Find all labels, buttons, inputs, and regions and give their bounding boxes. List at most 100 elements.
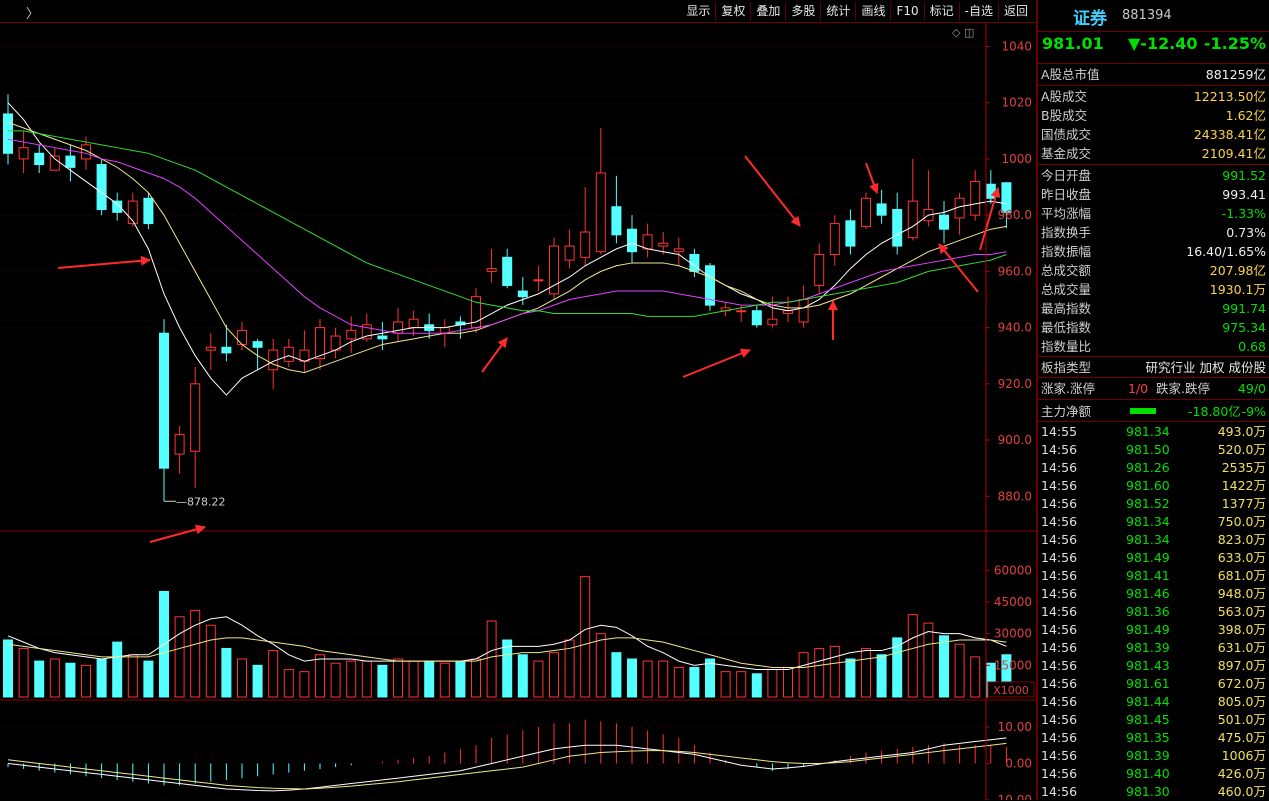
volume-bar [736, 671, 747, 698]
tick-time: 14:56 [1041, 658, 1078, 673]
turnover-value: 2109.41亿 [1201, 146, 1266, 161]
index-type-value[interactable]: 研究行业 加权 成份股 [1146, 358, 1266, 377]
annotation-arrow [57, 255, 151, 269]
turnover-row: 国债成交 24338.41亿 [1038, 125, 1269, 144]
tick-price: 981.61 [1126, 676, 1170, 691]
tick-price: 981.34 [1126, 424, 1170, 439]
candle-body [642, 234, 653, 250]
candle-body [299, 349, 310, 362]
tick-time: 14:56 [1041, 712, 1078, 727]
volume-bar [81, 664, 91, 698]
volume-bar [408, 660, 419, 698]
volume-bar [96, 658, 107, 698]
stat-value: 993.41 [1222, 187, 1266, 202]
tick-time: 14:56 [1041, 766, 1078, 781]
volume-bar [361, 660, 372, 698]
market-cap-row: A股总市值 881259亿 [1038, 65, 1269, 84]
volume-bar [252, 664, 263, 698]
stat-row: 最低指数 975.34 [1038, 318, 1269, 337]
candle-body [892, 209, 903, 247]
tick-volume: 2535万 [1221, 460, 1266, 475]
moving-average-line [7, 121, 1007, 374]
tick-price: 981.26 [1126, 460, 1170, 475]
volume-bar [923, 622, 934, 698]
turnover-label: 国债成交 [1041, 127, 1092, 142]
turnover-label: A股成交 [1041, 89, 1088, 104]
kline-chart[interactable]: 1040 1020 1000 980.0 960.0 940.0 920.0 900.0 880… [0, 0, 1036, 800]
candle-body [18, 147, 29, 160]
candle-body [829, 223, 840, 256]
tick-row: 14:56 981.30 460.0万 [1038, 783, 1269, 801]
tick-price: 981.41 [1126, 568, 1170, 583]
tick-time: 14:56 [1041, 622, 1078, 637]
last-price: 981.01 [1042, 34, 1104, 53]
divider [1038, 421, 1269, 422]
y-tick-label: 1040 [1001, 39, 1032, 53]
candle-body [65, 155, 76, 168]
index-name: 证券 [1073, 9, 1107, 29]
volume-bar [673, 666, 684, 698]
stat-row: 指数振幅 16.40/1.65% [1038, 242, 1269, 261]
tick-volume: 948.0万 [1217, 586, 1266, 601]
turnover-value: 1.62亿 [1225, 108, 1266, 123]
volume-bar [861, 647, 871, 698]
main-flow-label: 主力净额 [1041, 404, 1092, 419]
tick-row: 14:56 981.49 633.0万 [1038, 549, 1269, 567]
rise-value: 1/0 [1128, 381, 1149, 396]
divider [1038, 85, 1269, 86]
candle-body [346, 329, 357, 340]
volume-bar [939, 635, 949, 698]
candle-body [533, 279, 544, 282]
stat-value: 207.98亿 [1209, 263, 1266, 278]
y-tick-label: 10.00 [998, 720, 1032, 734]
y-tick-label: 15000 [994, 658, 1032, 672]
candle-body [970, 180, 981, 216]
tick-list[interactable]: 14:55 981.34 493.0万 14:56 981.50 520.0万 14:56 9… [1038, 423, 1269, 801]
annotation-arrow [682, 348, 751, 378]
stat-row: 今日开盘 991.52 [1038, 166, 1269, 185]
candle-body [143, 197, 154, 225]
tick-volume: 475.0万 [1217, 730, 1266, 745]
main-flow-bar [1130, 408, 1156, 414]
quote-panel: 证券 881394 981.01 ▼-12.40 -1.25% A股总市值 88… [1036, 0, 1269, 800]
candle-body [283, 346, 294, 362]
candle-body [237, 329, 247, 345]
volume-bar [471, 658, 481, 698]
volume-bar [112, 641, 123, 698]
volume-bar [845, 658, 856, 698]
tick-volume: 681.0万 [1217, 568, 1266, 583]
tick-time: 14:56 [1041, 532, 1078, 547]
tick-price: 981.50 [1126, 442, 1170, 457]
volume-bar [424, 660, 435, 698]
stat-label: 最低指数 [1041, 320, 1092, 335]
tick-row: 14:56 981.36 563.0万 [1038, 603, 1269, 621]
chart-area[interactable]: 〉 显示 复权 叠加 多股 统计 画线 F10 标记 -自选 返回 ◇ ◫ 10… [0, 0, 1036, 800]
tick-row: 14:56 981.41 681.0万 [1038, 567, 1269, 585]
stat-value: 1930.1万 [1209, 282, 1266, 297]
tick-time: 14:56 [1041, 748, 1078, 763]
volume-bar [549, 652, 559, 698]
candle-body [205, 346, 216, 351]
candle-body [315, 327, 325, 360]
volume-bar [611, 652, 622, 698]
tick-row: 14:56 981.52 1377万 [1038, 495, 1269, 513]
turnover-row: B股成交 1.62亿 [1038, 106, 1269, 125]
tick-price: 981.60 [1126, 478, 1170, 493]
tick-row: 14:56 981.26 2535万 [1038, 459, 1269, 477]
volume-bar [533, 660, 544, 698]
tick-volume: 823.0万 [1217, 532, 1266, 547]
tick-price: 981.40 [1126, 766, 1170, 781]
tick-price: 981.44 [1126, 694, 1170, 709]
volume-bar [627, 658, 637, 698]
tick-row: 14:56 981.50 520.0万 [1038, 441, 1269, 459]
stat-label: 总成交量 [1041, 282, 1092, 297]
volume-bar [642, 660, 653, 698]
candle-body [814, 254, 825, 286]
candle-body [159, 332, 169, 469]
min-label: —878.22 [176, 495, 226, 508]
tick-time: 14:56 [1041, 586, 1078, 601]
volume-bar [221, 647, 232, 698]
volume-bar [49, 658, 60, 698]
tick-price: 981.43 [1126, 658, 1170, 673]
tick-time: 14:56 [1041, 604, 1078, 619]
